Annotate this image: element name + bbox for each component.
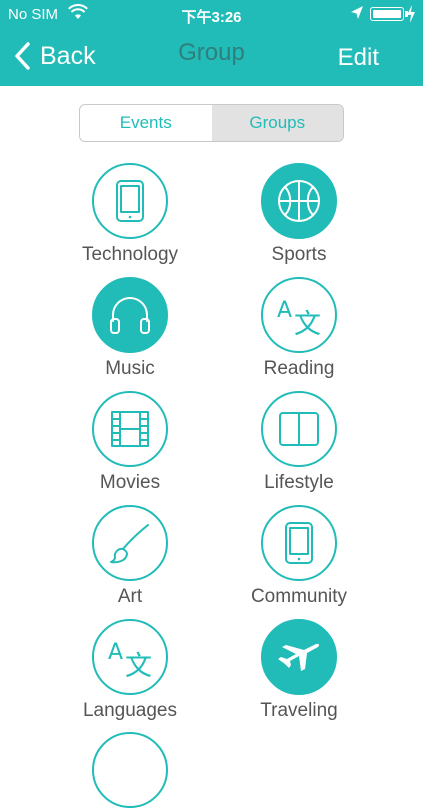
headphones-icon <box>107 293 153 337</box>
category-languages[interactable]: A 文 Languages <box>45 619 215 722</box>
basketball-icon <box>276 178 322 224</box>
tablet-icon <box>281 521 317 565</box>
category-reading[interactable]: A 文 Reading <box>214 277 384 380</box>
category-movies[interactable]: Movies <box>45 391 215 494</box>
category-label: Languages <box>82 700 178 721</box>
airplane-icon <box>274 635 324 679</box>
svg-text:文: 文 <box>294 309 321 337</box>
location-arrow-icon <box>350 5 364 26</box>
category-label: Movies <box>99 472 161 493</box>
category-art[interactable]: Art <box>45 505 215 608</box>
paintbrush-icon <box>108 521 152 565</box>
svg-text:文: 文 <box>125 651 152 679</box>
translate-icon: A文 <box>274 293 324 337</box>
category-label: Community <box>250 586 348 607</box>
charging-icon <box>406 5 416 28</box>
segmented-control: Events Groups <box>79 104 344 142</box>
navigation-bar: No SIM 下午3:26 Back Group Edit <box>0 0 423 86</box>
category-icon-circle: A文 <box>261 277 337 353</box>
battery-icon <box>370 7 408 21</box>
translate-icon: A文 <box>105 635 155 679</box>
svg-text:A: A <box>108 640 123 665</box>
category-icon-circle <box>92 391 168 467</box>
edit-button[interactable]: Edit <box>338 44 379 72</box>
category-label: Technology <box>81 244 179 265</box>
category-label: Art <box>117 586 143 607</box>
category-icon-circle: A文 <box>92 619 168 695</box>
category-label: Sports <box>271 244 327 265</box>
category-community[interactable]: Community <box>214 505 384 608</box>
category-icon-circle <box>92 277 168 353</box>
category-icon-circle <box>92 163 168 239</box>
category-label: Reading <box>263 358 335 379</box>
category-icon-circle <box>261 505 337 581</box>
category-label: Lifestyle <box>264 472 334 493</box>
partial-category-circle[interactable] <box>92 732 168 808</box>
category-label: Traveling <box>260 700 338 721</box>
tablet-icon <box>112 179 148 223</box>
category-icon-circle <box>261 619 337 695</box>
tab-groups[interactable]: Groups <box>211 105 343 141</box>
category-technology[interactable]: Technology <box>45 163 215 266</box>
book-icon <box>276 408 322 450</box>
status-bar: No SIM 下午3:26 <box>0 0 423 28</box>
category-music[interactable]: Music <box>45 277 215 380</box>
category-icon-circle <box>261 163 337 239</box>
svg-text:A: A <box>277 298 292 323</box>
category-icon-circle <box>261 391 337 467</box>
film-icon <box>108 408 152 450</box>
category-label: Music <box>105 358 155 379</box>
tab-events[interactable]: Events <box>80 105 212 141</box>
category-lifestyle[interactable]: Lifestyle <box>214 391 384 494</box>
category-sports[interactable]: Sports <box>214 163 384 266</box>
category-icon-circle <box>92 505 168 581</box>
category-traveling[interactable]: Traveling <box>214 619 384 722</box>
